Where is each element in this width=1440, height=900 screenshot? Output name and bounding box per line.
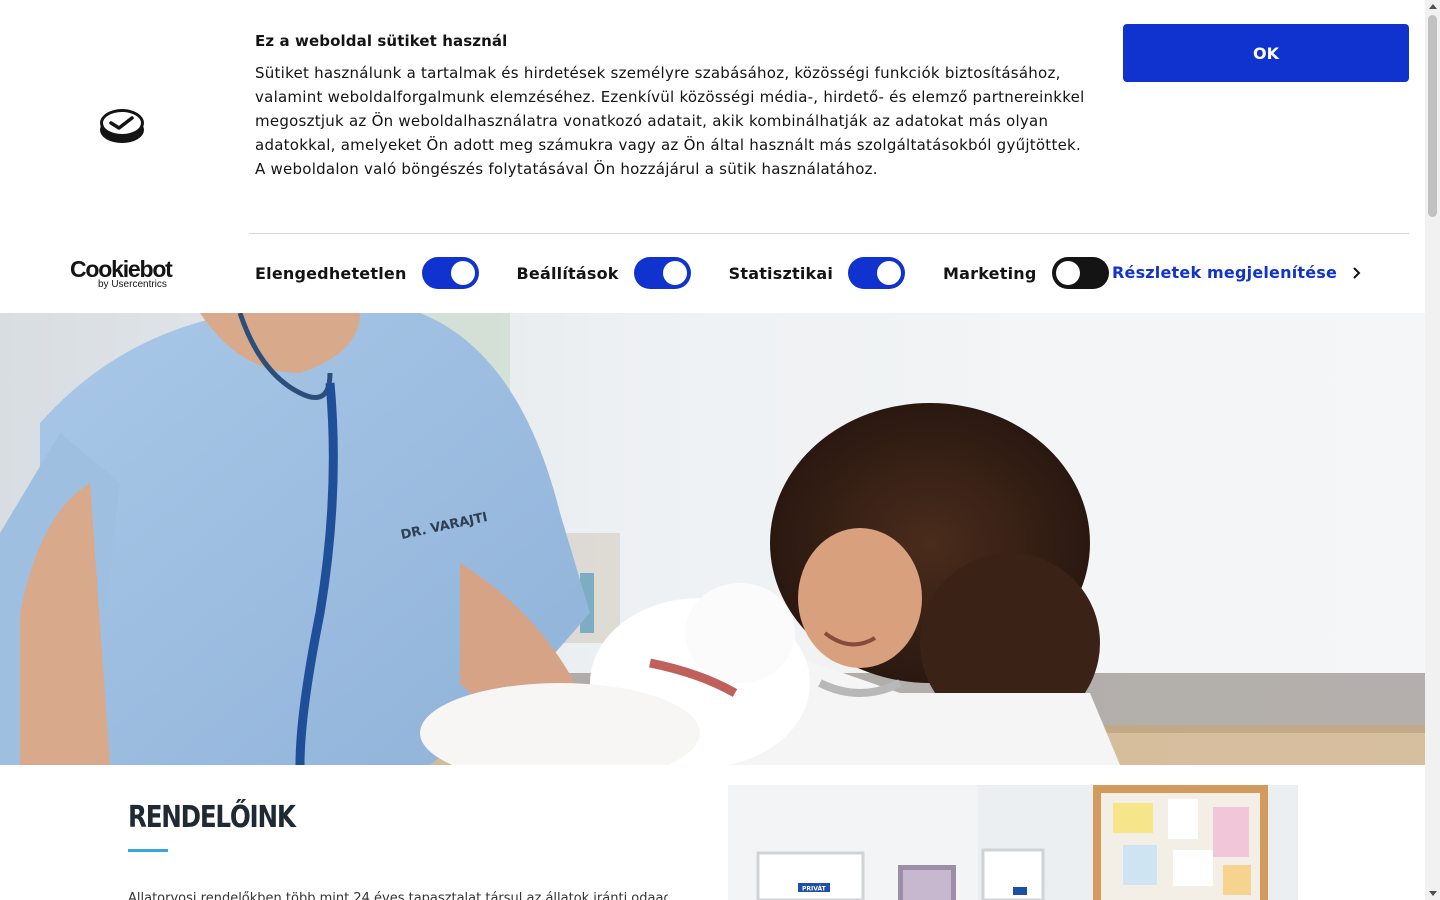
chevron-right-icon (1353, 267, 1361, 278)
show-details-label: Részletek megjelenítése (1112, 263, 1338, 282)
statistics-toggle[interactable] (848, 257, 906, 289)
preferences-toggle[interactable] (633, 257, 691, 289)
clinic-photo-illustration: PRIVÁT (728, 785, 1298, 900)
cookiebot-logo-text: Cookiebot (70, 256, 173, 282)
toggle-label-statistics: Statisztikai (728, 263, 834, 283)
scrollbar-thumb[interactable] (1428, 15, 1437, 217)
toggle-group-marketing: Marketing (943, 257, 1109, 289)
cookie-banner-description: Sütiket használunk a tartalmak és hirdet… (255, 64, 1085, 178)
toggle-label-necessary: Elengedhetetlen (255, 263, 407, 283)
section-intro-text: Állatorvosi rendelőkben több mint 24 éve… (128, 891, 668, 900)
toggle-label-marketing: Marketing (943, 263, 1037, 283)
toggle-group-statistics: Statisztikai (728, 257, 906, 289)
toggle-knob (662, 261, 687, 285)
clinic-photo: PRIVÁT (728, 785, 1298, 900)
show-details-link[interactable]: Részletek megjelenítése (1112, 263, 1361, 282)
toggle-group-preferences: Beállítások (517, 257, 691, 289)
divider (249, 233, 1409, 234)
cookie-consent-banner: Ez a weboldal sütiket használ Sütiket ha… (0, 0, 1425, 313)
cookie-banner-title: Ez a weboldal sütiket használ (255, 32, 508, 50)
title-underline (128, 849, 168, 852)
toggle-knob (450, 261, 475, 285)
ok-button[interactable]: OK (1123, 24, 1409, 82)
necessary-toggle[interactable] (421, 257, 479, 289)
cookiebot-logo[interactable]: Cookiebot by Usercentrics (70, 256, 180, 291)
toggle-knob (877, 261, 902, 285)
scroll-down-arrow-icon[interactable] (1429, 891, 1437, 896)
hero-image: DR. VARAJTI (0, 313, 1425, 765)
marketing-toggle[interactable] (1051, 257, 1109, 289)
consent-toggle-row: Elengedhetetlen Beállítások Statisztikai… (255, 255, 1147, 291)
scroll-up-arrow-icon[interactable] (1429, 4, 1437, 9)
section-title: RENDELŐINK (128, 800, 296, 835)
hero-photo-illustration: DR. VARAJTI (0, 313, 1425, 765)
scrollbar[interactable] (1425, 0, 1440, 900)
door-sign-text: PRIVÁT (802, 886, 827, 893)
toggle-group-necessary: Elengedhetetlen (255, 257, 479, 289)
toggle-label-preferences: Beállítások (516, 263, 619, 283)
cookie-consent-logo-icon (100, 109, 144, 143)
toggle-knob (1055, 261, 1080, 285)
